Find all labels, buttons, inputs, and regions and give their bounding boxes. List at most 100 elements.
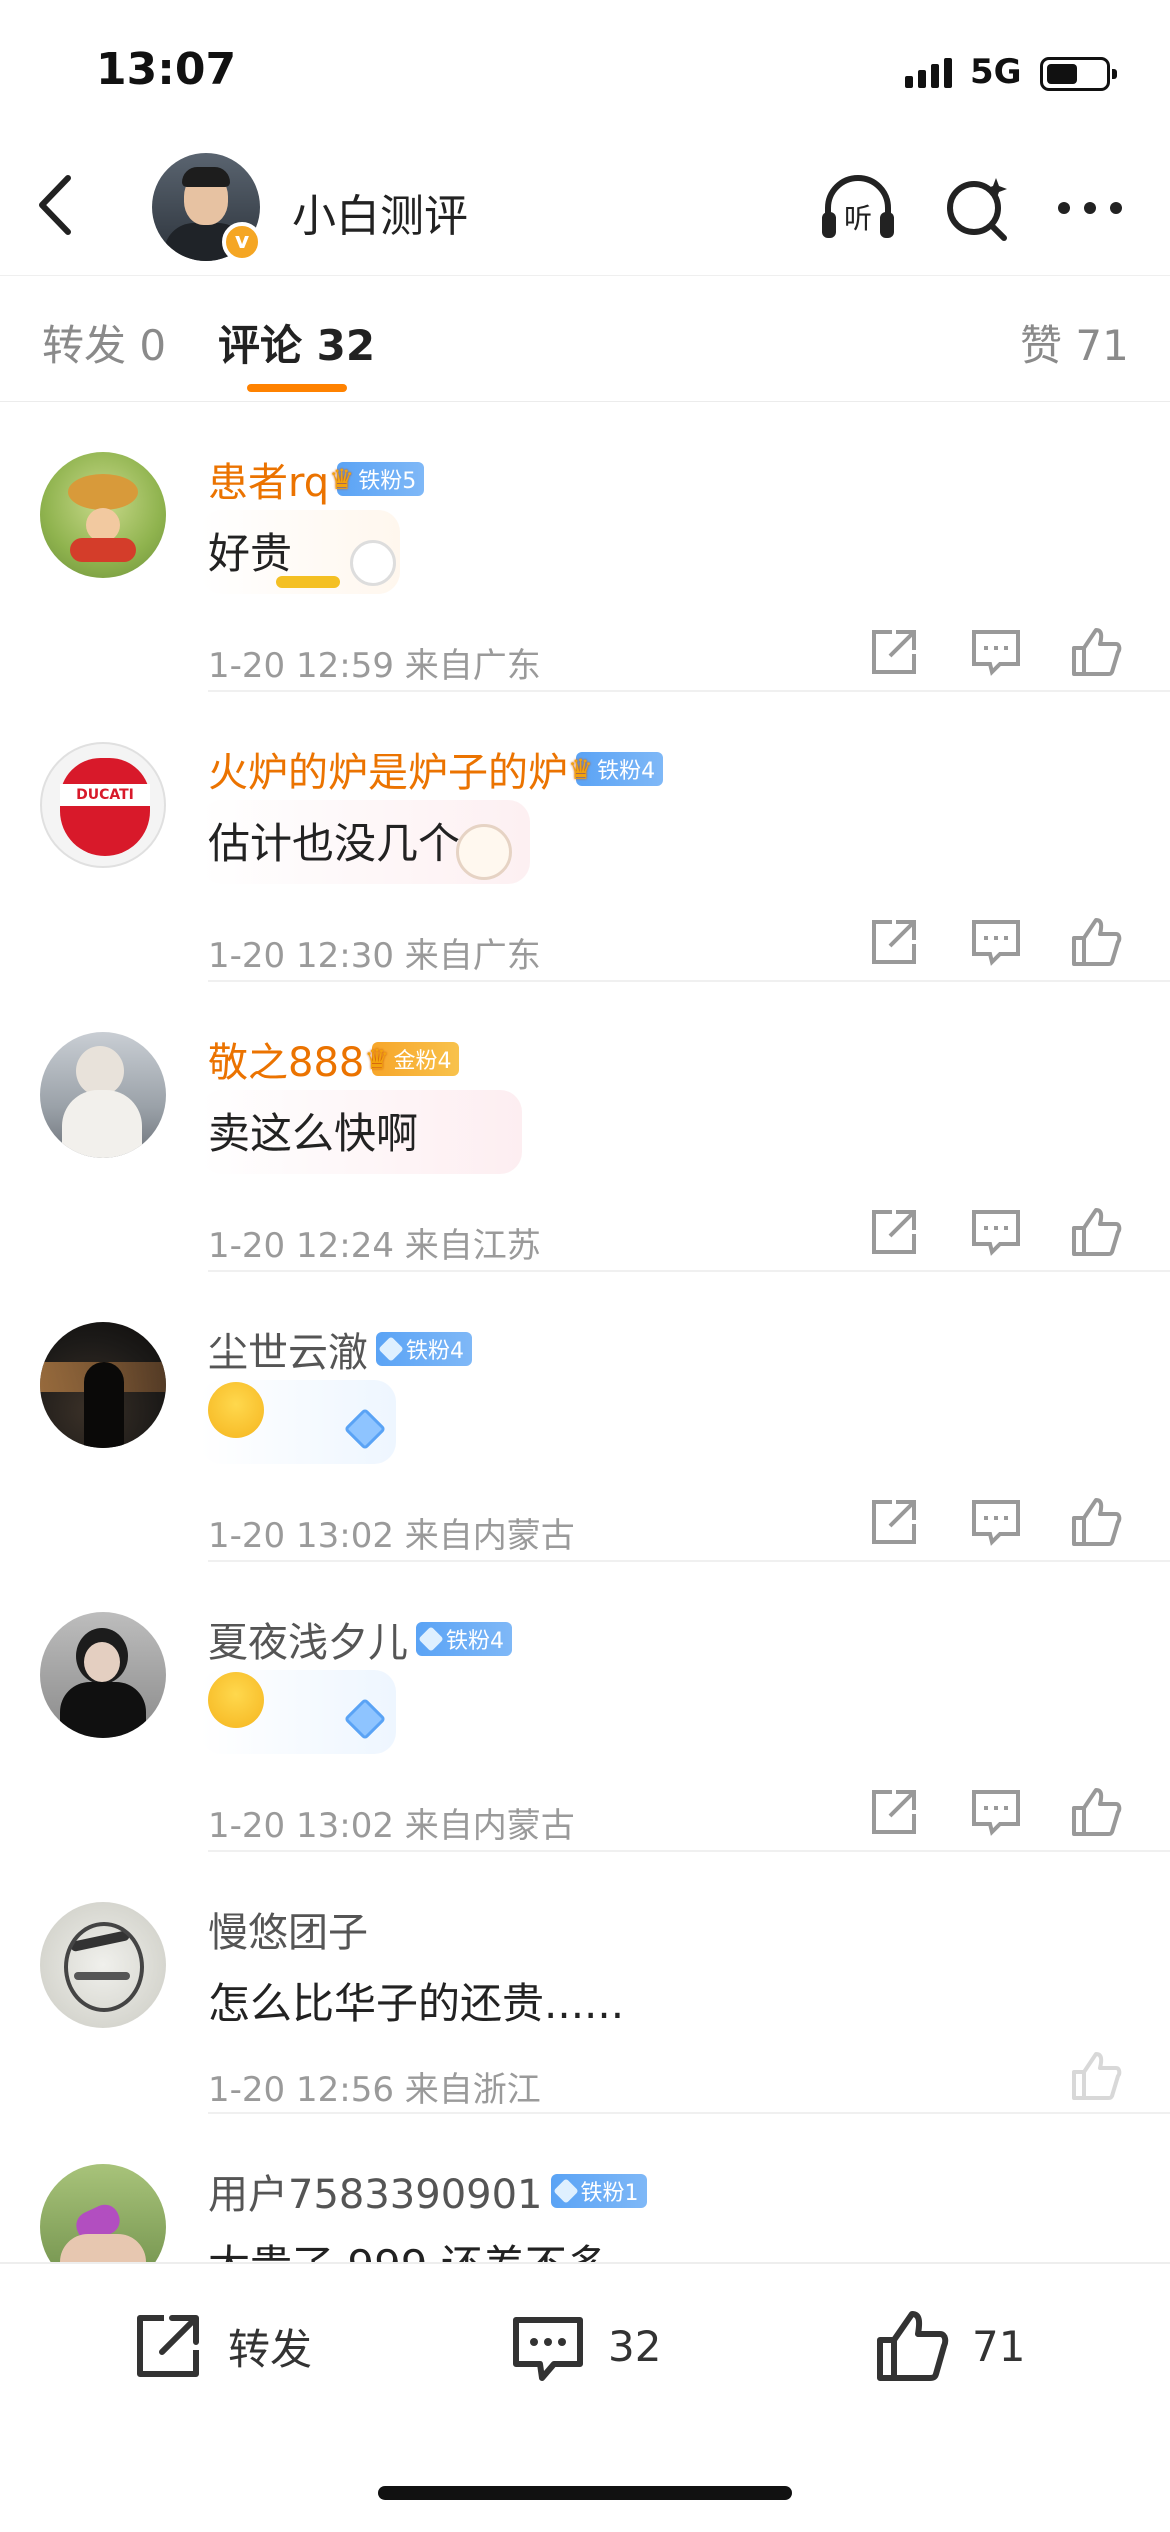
share-icon xyxy=(872,1790,916,1834)
more-dots-icon xyxy=(1058,202,1122,214)
commenter-avatar[interactable] xyxy=(40,1032,166,1158)
comment-icon xyxy=(972,1790,1020,1836)
share-button[interactable] xyxy=(866,1784,922,1840)
commenter-name[interactable]: 用户7583390901 xyxy=(208,2162,543,2220)
status-bar: 13:07 5G xyxy=(0,0,1170,140)
comment-meta: 1-20 12:24 来自江苏 xyxy=(208,1226,541,1266)
tab-bar: 转发 0 评论 32 赞 71 xyxy=(0,275,1170,402)
commenter-name[interactable]: 慢悠团子 xyxy=(208,1900,368,1958)
fan-badge: ♛ 铁粉4 xyxy=(568,752,664,786)
reply-button[interactable] xyxy=(968,1784,1024,1840)
comment-icon xyxy=(972,630,1020,676)
like-count: 71 xyxy=(972,2321,1026,2371)
comment-item: 夏夜浅夕儿 铁粉4 1-20 13:02 来自内蒙古 xyxy=(0,1562,1170,1852)
share-icon xyxy=(872,630,916,674)
commenter-avatar[interactable] xyxy=(40,452,166,578)
like-button[interactable] xyxy=(1068,1494,1124,1550)
share-button[interactable] xyxy=(866,1494,922,1550)
back-button[interactable] xyxy=(30,170,90,240)
share-button[interactable] xyxy=(866,1204,922,1260)
thumbs-up-icon xyxy=(1072,1208,1122,1256)
comment-item: 尘世云澈 铁粉4 1-20 13:02 来自内蒙古 xyxy=(0,1272,1170,1562)
like-button[interactable] xyxy=(1068,2048,1124,2104)
share-button[interactable] xyxy=(866,624,922,680)
comment-text: 卖这么快啊 xyxy=(208,1109,419,1158)
tab-comments[interactable]: 评论 32 xyxy=(218,312,375,373)
active-tab-indicator xyxy=(247,384,347,392)
like-button[interactable] xyxy=(1068,624,1124,680)
diamond-icon xyxy=(378,1336,404,1362)
commenter-name[interactable]: 火炉的炉是炉子的炉 xyxy=(208,740,568,798)
like-button[interactable] xyxy=(1068,914,1124,970)
commenter-name[interactable]: 患者rq xyxy=(208,450,329,508)
listen-button[interactable]: 听 xyxy=(818,168,898,248)
shy-emoji-icon xyxy=(208,1672,264,1728)
repost-icon xyxy=(137,2315,199,2377)
comment-list: 患者rq ♛ 铁粉5 好贵 1-20 12:59 来自广东 DUCATI 火炉的炉… xyxy=(0,402,1170,2262)
commenter-name[interactable]: 尘世云澈 xyxy=(208,1320,368,1378)
reply-button[interactable] xyxy=(968,1494,1024,1550)
commenter-avatar[interactable] xyxy=(40,1902,166,2028)
bottom-action-bar: 转发 32 71 xyxy=(0,2262,1170,2532)
comment-meta: 1-20 12:59 来自广东 xyxy=(208,646,541,686)
like-button[interactable] xyxy=(1068,1204,1124,1260)
thumbs-up-icon xyxy=(1072,1498,1122,1546)
thumbs-up-icon xyxy=(1072,1788,1122,1836)
tab-likes[interactable]: 赞 71 xyxy=(1020,312,1129,373)
crown-icon: ♛ xyxy=(364,1042,390,1076)
comment-meta: 1-20 12:30 来自广东 xyxy=(208,936,541,976)
fan-badge: ♛ 铁粉5 xyxy=(329,462,425,496)
commenter-name[interactable]: 夏夜浅夕儿 xyxy=(208,1610,408,1668)
commenter-avatar[interactable] xyxy=(40,1612,166,1738)
comment-text: 怎么比华子的还贵...... xyxy=(208,1979,625,2028)
comment-text: 太贵了 999 还差不多 xyxy=(208,2232,609,2262)
search-button[interactable] xyxy=(938,168,1018,248)
comment-item: 用户7583390901 铁粉1 太贵了 999 还差不多 xyxy=(0,2114,1170,2262)
more-button[interactable] xyxy=(1050,168,1130,248)
signal-icon xyxy=(905,58,952,88)
thumbs-up-icon xyxy=(1072,628,1122,676)
comment-item: 慢悠团子 怎么比华子的还贵...... 1-20 12:56 来自浙江 xyxy=(0,1852,1170,2114)
thumbs-up-icon xyxy=(877,2311,949,2381)
crown-icon: ♛ xyxy=(329,462,355,496)
share-button[interactable] xyxy=(866,914,922,970)
comment-meta: 1-20 13:02 来自内蒙古 xyxy=(208,1806,575,1846)
author-name[interactable]: 小白测评 xyxy=(292,180,468,244)
comment-item: 患者rq ♛ 铁粉5 好贵 1-20 12:59 来自广东 xyxy=(0,402,1170,692)
share-icon xyxy=(872,1210,916,1254)
home-indicator[interactable] xyxy=(378,2486,792,2500)
like-button[interactable] xyxy=(1068,1784,1124,1840)
battery-icon xyxy=(1040,57,1117,91)
thumbs-up-icon xyxy=(1072,918,1122,966)
commenter-name[interactable]: 敬之888 xyxy=(208,1030,364,1088)
fan-badge: 铁粉4 xyxy=(416,1622,512,1656)
repost-button[interactable]: 转发 xyxy=(128,2306,312,2386)
comment-icon xyxy=(972,1500,1020,1546)
reply-button[interactable] xyxy=(968,1204,1024,1260)
comment-button[interactable]: 32 xyxy=(508,2306,661,2386)
fan-badge: 铁粉1 xyxy=(550,2174,647,2208)
reply-button[interactable] xyxy=(968,914,1024,970)
comment-count: 32 xyxy=(608,2321,662,2371)
like-post-button[interactable]: 71 xyxy=(872,2306,1025,2386)
tab-repost[interactable]: 转发 0 xyxy=(42,312,166,373)
commenter-avatar[interactable] xyxy=(40,2164,166,2262)
headphones-icon: 听 xyxy=(822,175,894,238)
top-nav-bar: v 小白测评 听 xyxy=(0,140,1170,275)
comment-item: DUCATI 火炉的炉是炉子的炉 ♛ 铁粉4 估计也没几个 1-20 12:30 … xyxy=(0,692,1170,982)
comment-text: 估计也没几个 xyxy=(208,819,461,868)
comment-text: 好贵 xyxy=(208,529,293,578)
comment-meta: 1-20 12:56 来自浙江 xyxy=(208,2070,541,2110)
comment-icon xyxy=(972,1210,1020,1256)
comment-icon xyxy=(972,920,1020,966)
commenter-avatar[interactable]: DUCATI xyxy=(40,742,166,868)
crown-icon: ♛ xyxy=(568,752,594,786)
search-icon xyxy=(947,178,1007,241)
commenter-avatar[interactable] xyxy=(40,1322,166,1448)
thumbs-up-icon xyxy=(1072,2052,1122,2100)
reply-button[interactable] xyxy=(968,624,1024,680)
share-icon xyxy=(872,920,916,964)
share-icon xyxy=(872,1500,916,1544)
network-label: 5G xyxy=(970,52,1022,92)
repost-label: 转发 xyxy=(228,2324,313,2374)
